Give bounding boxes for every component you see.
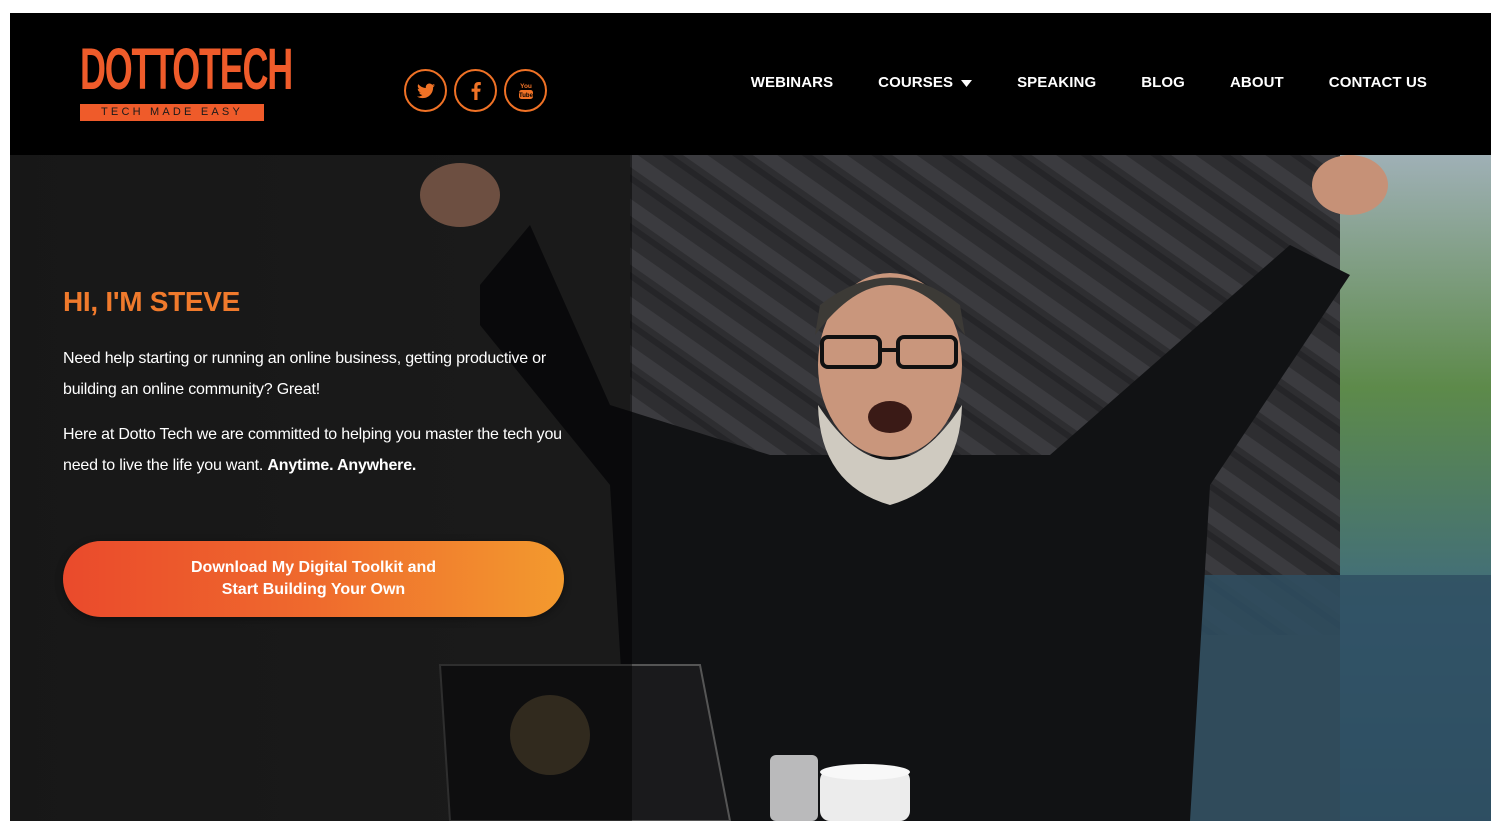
hero-mission-text: Here at Dotto Tech we are committed to h… — [63, 419, 583, 481]
svg-text:You: You — [520, 83, 532, 90]
twitter-icon — [416, 83, 435, 98]
nav-blog[interactable]: BLOG — [1141, 74, 1185, 91]
nav-label: SPEAKING — [1017, 74, 1097, 91]
site-header: DOTTOTECH TECH MADE EASY You Tube WEBINA… — [10, 13, 1491, 155]
nav-label: BLOG — [1141, 74, 1185, 91]
browser-viewport: DOTTOTECH TECH MADE EASY You Tube WEBINA… — [10, 13, 1491, 821]
youtube-link[interactable]: You Tube — [504, 69, 547, 112]
twitter-link[interactable] — [404, 69, 447, 112]
nav-about[interactable]: ABOUT — [1230, 74, 1284, 91]
social-links: You Tube — [404, 69, 547, 112]
nav-contact-us[interactable]: CONTACT US — [1329, 74, 1427, 91]
nav-label: ABOUT — [1229, 74, 1284, 91]
hero-intro-text: Need help starting or running an online … — [63, 350, 547, 398]
logo-wordmark: DOTTOTECH — [80, 37, 293, 102]
nav-webinars[interactable]: WEBINARS — [751, 74, 833, 91]
facebook-link[interactable] — [454, 69, 497, 112]
hero-section: HI, I'M STEVE Need help starting or runn… — [10, 155, 1491, 821]
nav-label: COURSES — [878, 74, 954, 91]
cta-label: Download My Digital Toolkit and Start Bui… — [191, 557, 436, 601]
nav-courses[interactable]: COURSES — [878, 74, 973, 91]
hero-mission-emphasis: Anytime. Anywhere. — [267, 457, 417, 474]
chevron-down-icon — [961, 74, 973, 91]
cta-line-1: Download My Digital Toolkit and — [190, 559, 437, 576]
download-toolkit-button[interactable]: Download My Digital Toolkit and Start Bui… — [63, 541, 564, 617]
cta-line-2: Start Building Your Own — [221, 581, 406, 598]
site-logo[interactable]: DOTTOTECH TECH MADE EASY — [80, 37, 293, 125]
youtube-icon: You Tube — [518, 83, 534, 99]
hero-content: HI, I'M STEVE Need help starting or runn… — [63, 285, 583, 495]
logo-tagline: TECH MADE EASY — [80, 104, 264, 121]
hero-title: HI, I'M STEVE — [63, 286, 241, 317]
main-nav: WEBINARS COURSES SPEAKING BLOG ABOUT CON… — [706, 74, 1427, 91]
svg-text:Tube: Tube — [519, 93, 534, 99]
facebook-icon — [471, 81, 481, 100]
nav-label: CONTACT US — [1328, 74, 1427, 91]
nav-label: WEBINARS — [750, 74, 834, 91]
nav-speaking[interactable]: SPEAKING — [1017, 74, 1096, 91]
